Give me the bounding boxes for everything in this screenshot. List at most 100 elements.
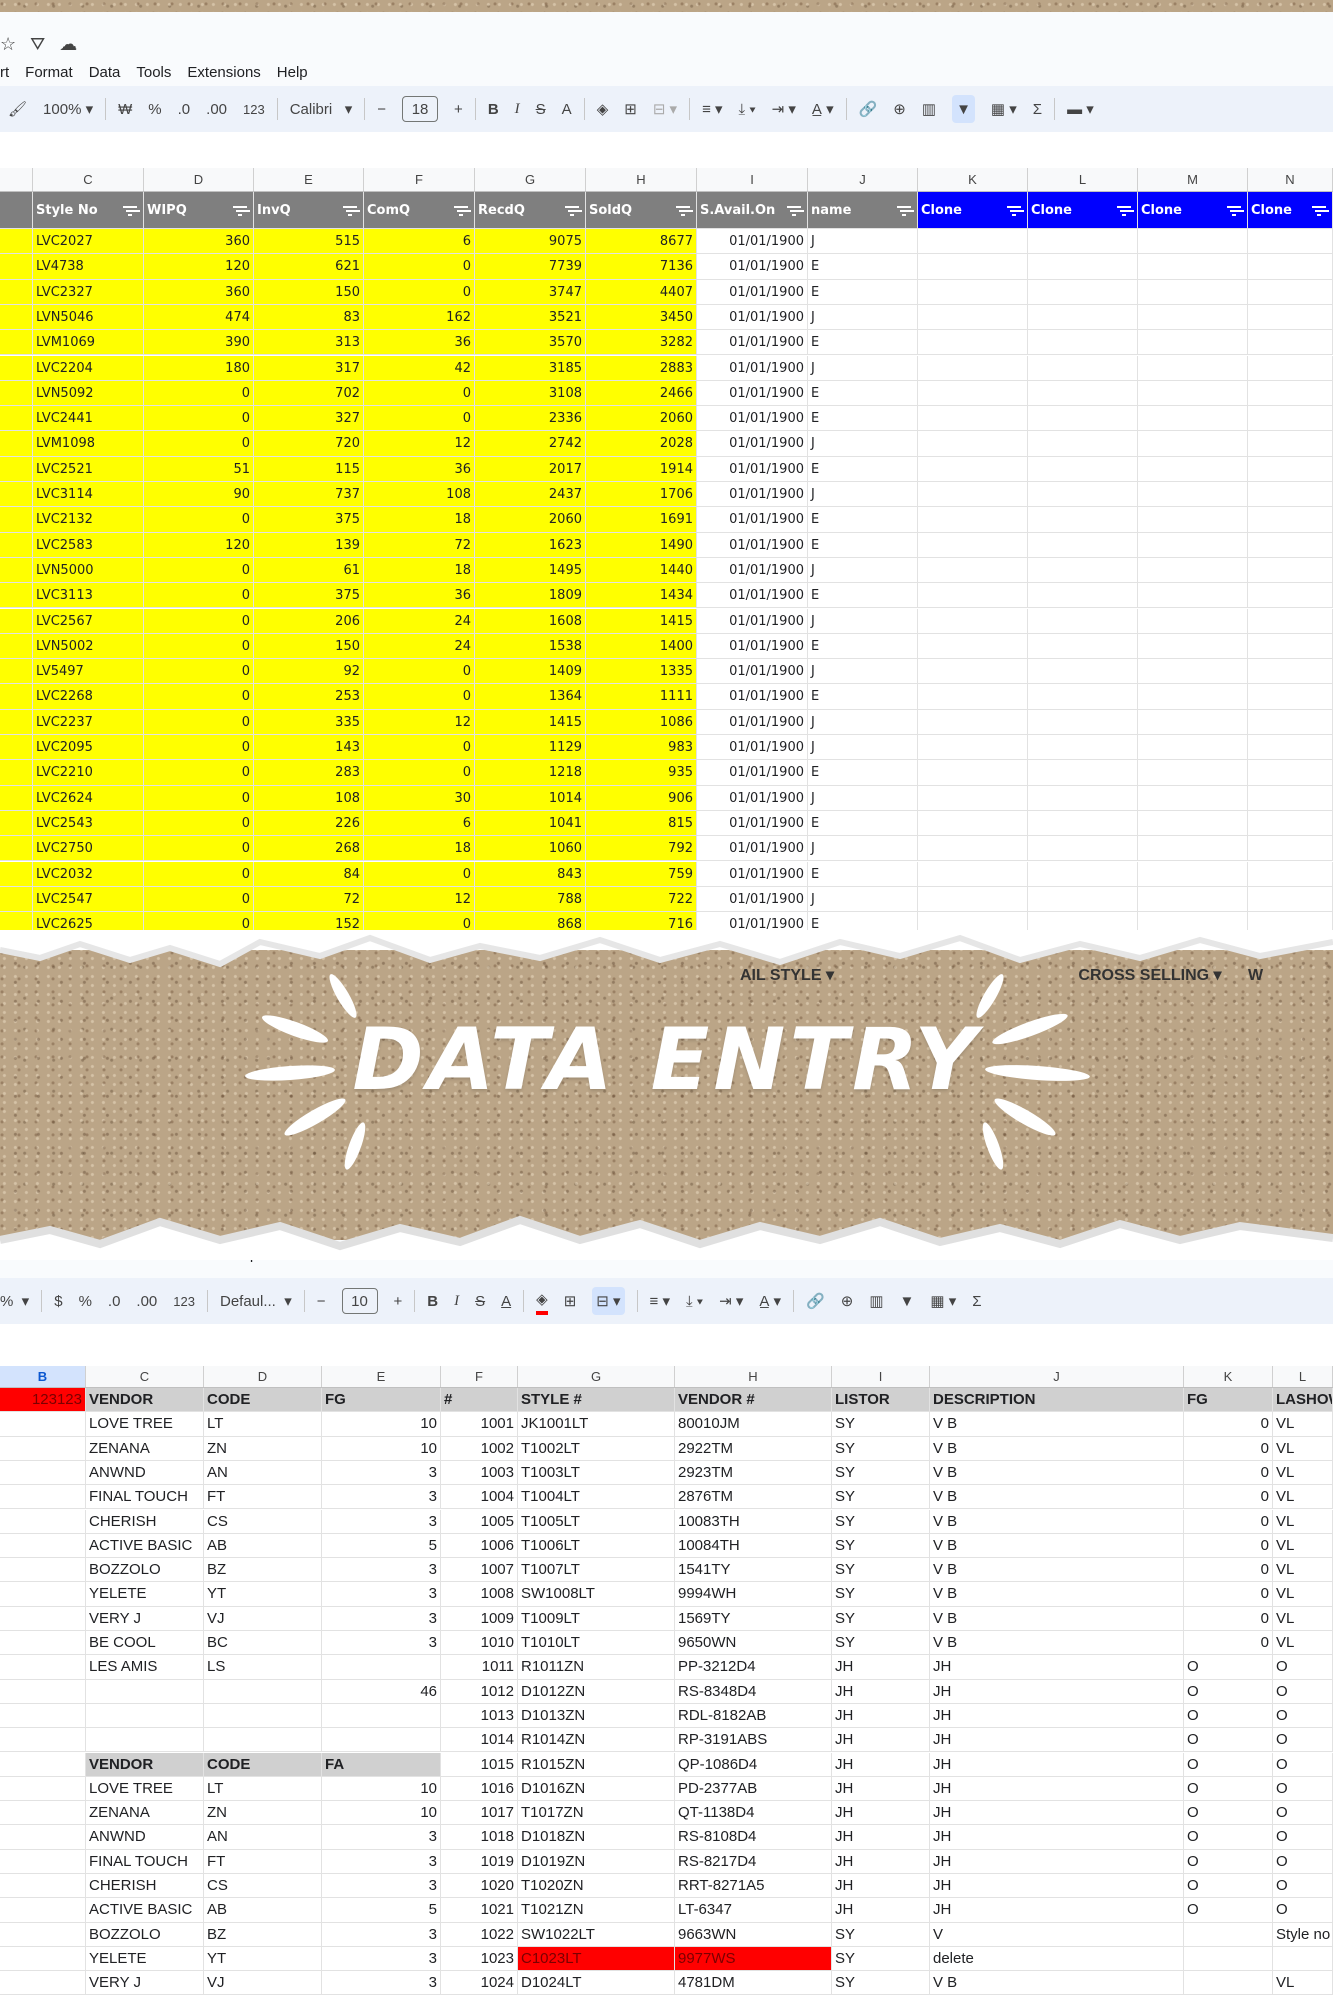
column-letter-k[interactable]: K [918, 168, 1028, 191]
table-cell[interactable] [0, 330, 33, 355]
table-cell[interactable]: VL [1273, 1533, 1333, 1558]
table-cell[interactable]: BE COOL [86, 1631, 204, 1655]
table-cell[interactable]: LVC2543 [33, 810, 144, 836]
table-cell[interactable]: 01/01/1900 [697, 456, 808, 481]
table-cell[interactable] [1028, 633, 1138, 659]
table-cell[interactable]: AN [204, 1825, 322, 1849]
table-cell[interactable] [1248, 684, 1333, 709]
table-cell[interactable]: LVN5046 [33, 304, 144, 330]
table-cell[interactable]: T1009LT [518, 1606, 675, 1630]
table-cell[interactable]: 4407 [586, 279, 697, 304]
table-cell[interactable]: 01/01/1900 [697, 583, 808, 608]
table-cell[interactable]: T1007LT [518, 1558, 675, 1582]
input-tools-icon[interactable]: ▬ ▾ [1067, 95, 1094, 123]
table-cell[interactable]: D1024LT [518, 1971, 675, 1995]
column-letter-h[interactable]: H [586, 168, 697, 191]
table-cell[interactable]: 3 [322, 1631, 441, 1655]
table-cell[interactable] [1248, 709, 1333, 734]
table-cell[interactable]: 01/01/1900 [697, 482, 808, 507]
column-letter-h[interactable]: H [675, 1366, 832, 1387]
table-cell[interactable]: 2437 [475, 482, 586, 507]
table-cell[interactable]: V B [930, 1460, 1184, 1485]
table-cell[interactable]: 01/01/1900 [697, 380, 808, 406]
column-letter-e[interactable]: E [254, 168, 364, 191]
table-cell[interactable]: 12 [364, 431, 475, 456]
table-cell[interactable]: 0 [1184, 1485, 1273, 1509]
table-cell[interactable] [204, 1703, 322, 1728]
table-cell[interactable]: YELETE [86, 1946, 204, 1971]
table-cell[interactable]: 2883 [586, 355, 697, 380]
table-cell[interactable] [918, 709, 1028, 734]
table-cell[interactable] [1248, 557, 1333, 583]
table-cell[interactable]: 01/01/1900 [697, 355, 808, 380]
table-cell[interactable]: D1013ZN [518, 1703, 675, 1728]
column-letter-l[interactable]: L [1028, 168, 1138, 191]
table-cell[interactable]: 253 [254, 684, 364, 709]
table-cell[interactable]: D1019ZN [518, 1849, 675, 1873]
table-cell[interactable] [918, 254, 1028, 279]
table-cell[interactable]: O [1184, 1849, 1273, 1873]
filter-views-icon[interactable]: ▦ ▾ [930, 1287, 956, 1315]
table-cell[interactable]: QT-1138D4 [675, 1801, 832, 1825]
table-cell[interactable]: LVC2327 [33, 279, 144, 304]
table-cell[interactable] [1248, 583, 1333, 608]
table-cell[interactable] [1028, 304, 1138, 330]
table-cell[interactable]: VJ [204, 1606, 322, 1630]
header-cell[interactable]: CODE [204, 1388, 322, 1412]
table-cell[interactable]: 1018 [441, 1825, 518, 1849]
table-cell[interactable] [1248, 304, 1333, 330]
table-cell[interactable]: 360 [144, 279, 254, 304]
table-cell[interactable]: VL [1273, 1436, 1333, 1460]
filter-icon[interactable] [1227, 206, 1241, 216]
table-cell[interactable]: 3521 [475, 304, 586, 330]
table-cell[interactable] [1138, 279, 1248, 304]
table-cell[interactable]: 0 [144, 633, 254, 659]
table-cell[interactable]: 1490 [586, 532, 697, 557]
increase-decimal-button[interactable]: .00 [136, 1287, 157, 1315]
table-cell[interactable]: T1020ZN [518, 1874, 675, 1898]
table-cell[interactable]: 01/01/1900 [697, 760, 808, 785]
table-cell[interactable]: 1024 [441, 1971, 518, 1995]
table-cell[interactable]: Style no [1273, 1922, 1333, 1946]
table-cell[interactable]: 0 [144, 735, 254, 760]
table-cell[interactable]: 83 [254, 304, 364, 330]
table-cell[interactable]: AB [204, 1898, 322, 1922]
table-cell[interactable]: VL [1273, 1412, 1333, 1436]
table-cell[interactable]: 1016 [441, 1776, 518, 1801]
table-cell[interactable]: 1415 [586, 608, 697, 633]
table-cell[interactable]: ZN [204, 1801, 322, 1825]
table-cell[interactable] [1138, 431, 1248, 456]
table-cell[interactable]: LVC3113 [33, 583, 144, 608]
merge-cells-icon[interactable]: ⊟ ▾ [653, 95, 677, 123]
table-cell[interactable]: JH [930, 1874, 1184, 1898]
table-cell[interactable]: 0 [364, 735, 475, 760]
table-cell[interactable]: 1019 [441, 1849, 518, 1873]
table-cell[interactable]: 1003 [441, 1460, 518, 1485]
table-cell[interactable] [1138, 304, 1248, 330]
currency-button[interactable]: ₩ [118, 95, 132, 123]
table-cell[interactable]: O [1273, 1703, 1333, 1728]
table-cell[interactable]: 01/01/1900 [697, 886, 808, 912]
table-cell[interactable]: JH [930, 1801, 1184, 1825]
column-letter-g[interactable]: G [475, 168, 586, 191]
table-cell[interactable]: SY [832, 1509, 930, 1533]
column-letter-e[interactable]: E [322, 1366, 441, 1387]
table-cell[interactable] [0, 1728, 86, 1752]
table-cell[interactable]: 268 [254, 836, 364, 861]
table-cell[interactable]: 1335 [586, 659, 697, 684]
table-cell[interactable]: 108 [254, 785, 364, 810]
table-cell[interactable]: RS-8217D4 [675, 1849, 832, 1873]
align-icon[interactable]: ≡ ▾ [702, 95, 722, 123]
table-cell[interactable]: 3 [322, 1460, 441, 1485]
table-cell[interactable] [0, 1898, 86, 1922]
table-cell[interactable]: 01/01/1900 [697, 507, 808, 532]
table-cell[interactable] [0, 355, 33, 380]
table-cell[interactable]: YT [204, 1582, 322, 1606]
table-cell[interactable]: LES AMIS [86, 1655, 204, 1679]
table-cell[interactable]: ACTIVE BASIC [86, 1898, 204, 1922]
table-cell[interactable]: V B [930, 1582, 1184, 1606]
table-cell[interactable] [0, 1436, 86, 1460]
table-cell[interactable] [1248, 886, 1333, 912]
table-cell[interactable] [0, 1971, 86, 1995]
vertical-align-icon[interactable]: ⤓ ▾ [739, 95, 756, 123]
